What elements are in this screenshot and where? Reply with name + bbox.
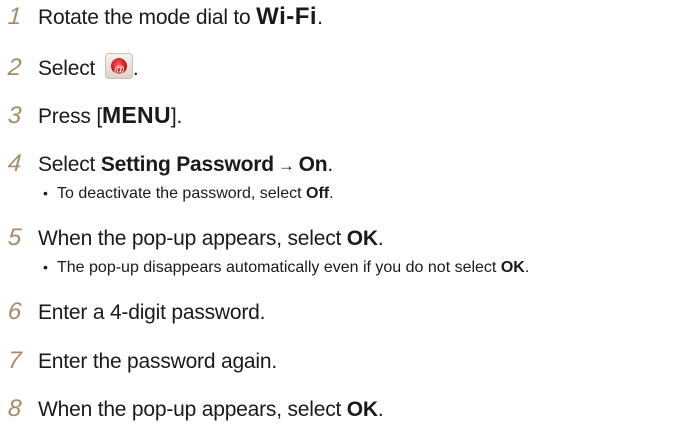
step-text-end: . — [377, 227, 384, 250]
step-text-part: When the pop-up appears, select — [38, 398, 347, 421]
step-text-part: Press [ — [38, 105, 102, 128]
step-number: 4 — [7, 150, 23, 177]
bullet-icon: • — [43, 259, 48, 275]
arrow-icon: → — [277, 156, 295, 175]
step-text-part: When the pop-up appears, select — [38, 227, 347, 250]
step-number: 3 — [7, 102, 23, 129]
step-3: 3 Press [MENU]. — [7, 102, 182, 130]
off-label: Off — [306, 185, 330, 202]
step-text-end: . — [132, 57, 139, 80]
step-text: Press [MENU]. — [38, 102, 182, 130]
step-text: When the pop-up appears, select OK. — [38, 226, 384, 252]
step-text-end: ]. — [170, 105, 183, 128]
note-text: The pop-up disappears automatically even… — [57, 258, 529, 278]
note-text-part: The pop-up disappears automatically even… — [57, 259, 501, 276]
step-text: Enter a 4-digit password. — [38, 301, 266, 324]
step-number: 1 — [7, 3, 23, 30]
step-text: Enter the password again. — [38, 350, 277, 373]
step-6: 6 Enter a 4-digit password. — [7, 298, 266, 326]
step-number: 5 — [7, 224, 23, 251]
ok-label: OK — [346, 227, 378, 250]
step-text-end: . — [377, 398, 384, 421]
note-text: To deactivate the password, select Off. — [57, 184, 334, 204]
note-text-part: To deactivate the password, select — [57, 185, 307, 202]
on-label: On — [298, 153, 328, 176]
step-text-end: . — [317, 6, 323, 29]
step-text-part: Rotate the mode dial to — [38, 6, 257, 29]
step-number: 6 — [7, 298, 23, 325]
step-number: 7 — [7, 347, 23, 374]
ok-label: OK — [500, 259, 525, 276]
note-text-end: . — [524, 259, 530, 276]
bullet-icon: • — [43, 185, 48, 201]
step-text: Select . — [38, 53, 139, 83]
step-text: When the pop-up appears, select OK. — [38, 397, 384, 423]
ok-label: OK — [346, 398, 378, 421]
step-text: Select Setting Password → On. — [38, 152, 333, 179]
setting-password-label: Setting Password — [100, 153, 274, 176]
step-2: 2 Select . — [7, 53, 139, 83]
note-2: • The pop-up disappears automatically ev… — [43, 257, 529, 278]
step-5: 5 When the pop-up appears, select OK. — [7, 224, 384, 252]
step-text: Rotate the mode dial to Wi-Fi. — [38, 4, 323, 31]
step-1: 1 Rotate the mode dial to Wi-Fi. — [7, 3, 323, 31]
step-7: 7 Enter the password again. — [7, 347, 277, 375]
step-number: 8 — [7, 395, 23, 422]
wifi-app-icon — [104, 53, 133, 83]
step-text-end: . — [327, 153, 334, 176]
step-8: 8 When the pop-up appears, select OK. — [7, 395, 384, 423]
menu-key-label: MENU — [101, 102, 171, 128]
step-text-part: Select — [38, 57, 101, 80]
note-text-end: . — [329, 185, 334, 202]
step-number: 2 — [7, 54, 23, 81]
step-text-part: Select — [38, 153, 101, 176]
note-1: • To deactivate the password, select Off… — [43, 183, 334, 204]
wifi-mode-label: Wi-Fi — [256, 3, 318, 30]
step-4: 4 Select Setting Password → On. — [7, 150, 333, 179]
